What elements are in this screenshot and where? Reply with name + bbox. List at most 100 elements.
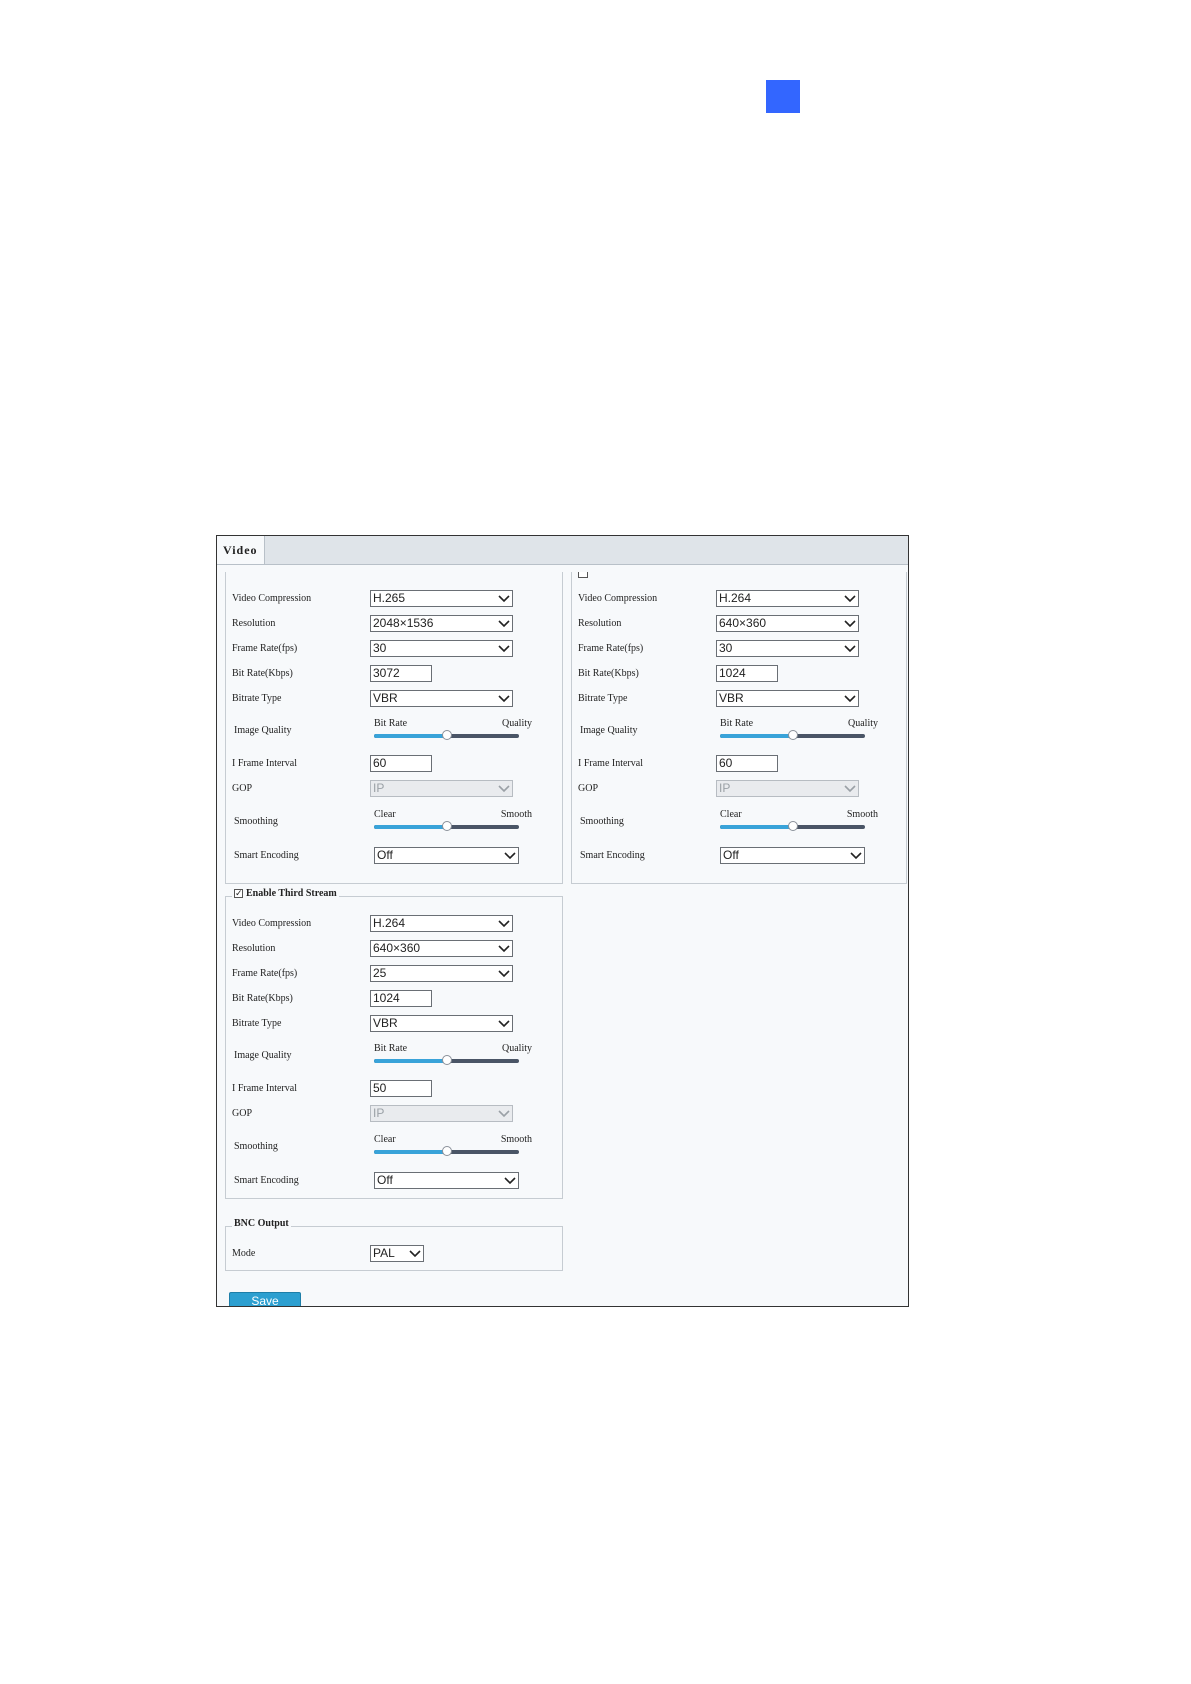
sub-stream-panel: Video Compression H.264 Resolution 640×3… — [571, 572, 907, 884]
frame-rate-label: Frame Rate(fps) — [578, 643, 644, 654]
chevron-down-icon — [504, 1177, 516, 1185]
resolution-select[interactable]: 640×360 — [716, 615, 859, 632]
bit-rate-input[interactable]: 1024 — [370, 990, 432, 1007]
frame-rate-label: Frame Rate(fps) — [232, 643, 298, 654]
chevron-down-icon — [498, 920, 510, 928]
slider-handle[interactable] — [787, 821, 798, 831]
smoothing-label: Smoothing — [234, 1141, 278, 1152]
chevron-down-icon — [850, 852, 862, 860]
third-stream-panel: ✓ Enable Third Stream Video Compression … — [225, 888, 563, 1199]
bitrate-type-select[interactable]: VBR — [370, 1015, 513, 1032]
resolution-label: Resolution — [232, 943, 276, 954]
gop-select: IP — [370, 1105, 513, 1122]
page-corner-badge — [766, 80, 800, 113]
video-settings-window: Video Video Compression H.265 Resolution… — [216, 535, 909, 1307]
chevron-down-icon — [844, 620, 856, 628]
slider-handle[interactable] — [441, 1055, 452, 1065]
bitrate-type-select[interactable]: VBR — [716, 690, 859, 707]
gop-select: IP — [370, 780, 513, 797]
resolution-select[interactable]: 2048×1536 — [370, 615, 513, 632]
chevron-down-icon — [844, 595, 856, 603]
chevron-down-icon — [844, 695, 856, 703]
chevron-down-icon — [498, 970, 510, 978]
image-quality-right-label: Quality — [502, 1043, 532, 1054]
bnc-output-title-text: BNC Output — [234, 1218, 289, 1229]
chevron-down-icon — [504, 852, 516, 860]
tab-bar: Video — [217, 536, 908, 565]
resolution-label: Resolution — [232, 618, 276, 629]
chevron-down-icon — [844, 645, 856, 653]
chevron-down-icon — [498, 785, 510, 793]
enable-third-stream-label: Enable Third Stream — [246, 888, 337, 899]
tab-video[interactable]: Video — [217, 536, 265, 564]
smoothing-left-label: Clear — [374, 809, 396, 820]
i-frame-interval-label: I Frame Interval — [232, 758, 297, 769]
smoothing-slider[interactable] — [720, 821, 865, 831]
smoothing-right-label: Smooth — [846, 809, 878, 820]
enable-third-stream-checkbox[interactable]: ✓ — [234, 889, 243, 899]
bitrate-type-select[interactable]: VBR — [370, 690, 513, 707]
gop-label: GOP — [232, 783, 253, 794]
i-frame-interval-input[interactable]: 60 — [370, 755, 432, 772]
main-stream-panel: Video Compression H.265 Resolution 2048×… — [225, 572, 563, 884]
slider-handle[interactable] — [441, 821, 452, 831]
smoothing-left-label: Clear — [720, 809, 742, 820]
mode-label: Mode — [232, 1248, 256, 1259]
bitrate-type-label: Bitrate Type — [578, 693, 628, 704]
smart-encoding-select[interactable]: Off — [720, 847, 865, 864]
smoothing-left-label: Clear — [374, 1134, 396, 1145]
smart-encoding-label: Smart Encoding — [580, 850, 645, 861]
i-frame-interval-label: I Frame Interval — [578, 758, 643, 769]
image-quality-left-label: Bit Rate — [374, 1043, 408, 1054]
resolution-label: Resolution — [578, 618, 622, 629]
smoothing-label: Smoothing — [234, 816, 278, 827]
enable-sub-stream-checkbox[interactable] — [578, 572, 588, 578]
image-quality-slider[interactable] — [374, 1055, 519, 1065]
image-quality-slider[interactable] — [720, 730, 865, 740]
chevron-down-icon — [844, 785, 856, 793]
video-compression-label: Video Compression — [578, 593, 658, 604]
bit-rate-label: Bit Rate(Kbps) — [232, 668, 293, 679]
bit-rate-label: Bit Rate(Kbps) — [578, 668, 639, 679]
bnc-output-title: BNC Output — [232, 1218, 291, 1229]
image-quality-label: Image Quality — [234, 1050, 292, 1061]
smart-encoding-select[interactable]: Off — [374, 847, 519, 864]
image-quality-slider[interactable] — [374, 730, 519, 740]
bitrate-type-label: Bitrate Type — [232, 693, 282, 704]
image-quality-right-label: Quality — [848, 718, 878, 729]
image-quality-left-label: Bit Rate — [720, 718, 754, 729]
i-frame-interval-input[interactable]: 50 — [370, 1080, 432, 1097]
frame-rate-select[interactable]: 30 — [370, 640, 513, 657]
smoothing-slider[interactable] — [374, 821, 519, 831]
slider-handle[interactable] — [441, 730, 452, 740]
image-quality-label: Image Quality — [580, 725, 638, 736]
save-button[interactable]: Save — [229, 1292, 301, 1306]
chevron-down-icon — [498, 645, 510, 653]
bnc-output-panel: BNC Output Mode PAL — [225, 1218, 563, 1271]
bit-rate-input[interactable]: 3072 — [370, 665, 432, 682]
image-quality-label: Image Quality — [234, 725, 292, 736]
smart-encoding-select[interactable]: Off — [374, 1172, 519, 1189]
third-stream-legend: ✓ Enable Third Stream — [232, 888, 339, 899]
image-quality-left-label: Bit Rate — [374, 718, 408, 729]
frame-rate-select[interactable]: 25 — [370, 965, 513, 982]
smoothing-slider[interactable] — [374, 1146, 519, 1156]
smoothing-label: Smoothing — [580, 816, 624, 827]
chevron-down-icon — [498, 620, 510, 628]
slider-handle[interactable] — [441, 1146, 452, 1156]
chevron-down-icon — [498, 945, 510, 953]
mode-select[interactable]: PAL — [370, 1245, 424, 1262]
i-frame-interval-input[interactable]: 60 — [716, 755, 778, 772]
bit-rate-input[interactable]: 1024 — [716, 665, 778, 682]
video-compression-select[interactable]: H.265 — [370, 590, 513, 607]
smoothing-right-label: Smooth — [500, 809, 532, 820]
chevron-down-icon — [498, 1020, 510, 1028]
frame-rate-label: Frame Rate(fps) — [232, 968, 298, 979]
slider-handle[interactable] — [787, 730, 798, 740]
video-compression-select[interactable]: H.264 — [716, 590, 859, 607]
resolution-select[interactable]: 640×360 — [370, 940, 513, 957]
video-compression-select[interactable]: H.264 — [370, 915, 513, 932]
frame-rate-select[interactable]: 30 — [716, 640, 859, 657]
chevron-down-icon — [498, 595, 510, 603]
video-compression-label: Video Compression — [232, 918, 312, 929]
